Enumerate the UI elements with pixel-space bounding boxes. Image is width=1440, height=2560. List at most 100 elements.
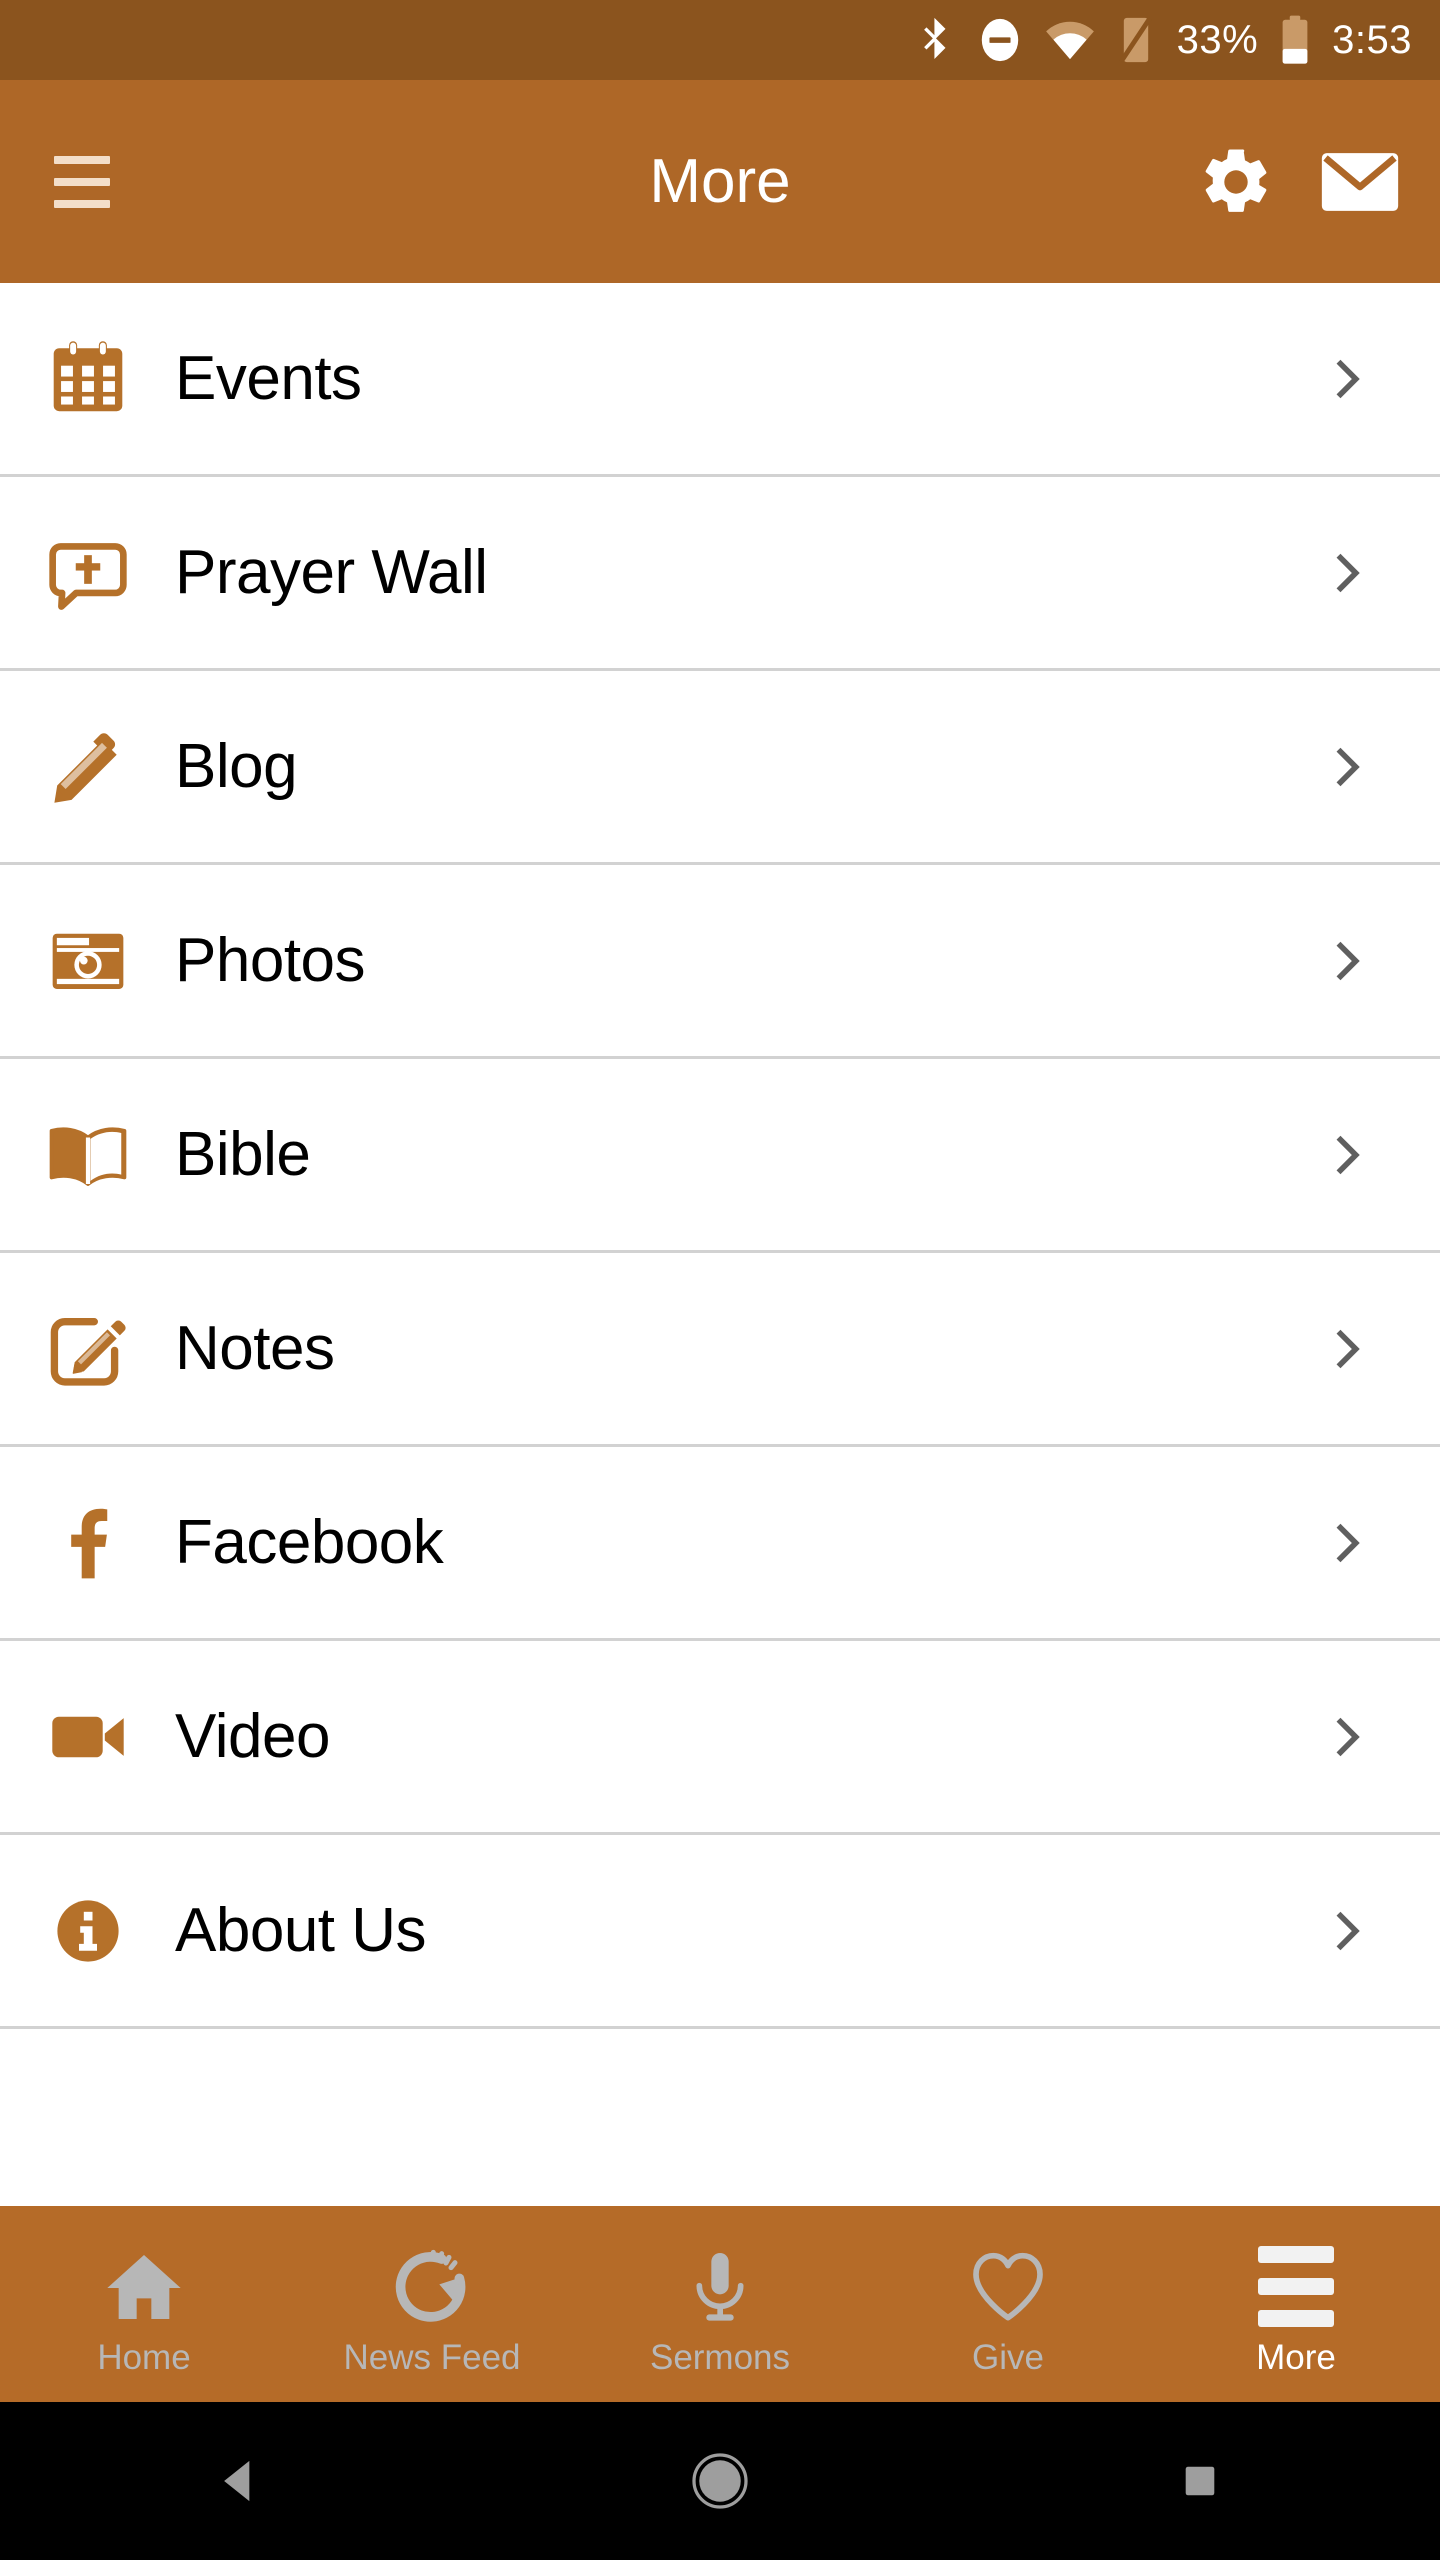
list-item-label: Photos — [175, 925, 366, 995]
list-item-label: Events — [175, 343, 362, 413]
app-bar-actions — [1196, 142, 1400, 222]
chevron-glyph — [1336, 1135, 1360, 1174]
hamburger-bar-2 — [1258, 2278, 1334, 2295]
chevron-glyph — [1336, 1911, 1360, 1950]
list-item-label: Blog — [175, 731, 298, 801]
camera-glyph — [52, 933, 123, 989]
tab-label: News Feed — [343, 2337, 521, 2377]
facebook-glyph — [70, 1508, 107, 1578]
hamburger-menu-icon[interactable] — [40, 136, 132, 228]
list-item-bible: Bible — [0, 1059, 1440, 1253]
hamburger-bar-1 — [54, 155, 110, 164]
tab-label: Home — [97, 2337, 191, 2377]
open-book-glyph — [49, 1126, 126, 1186]
android-home-button[interactable] — [640, 2431, 800, 2531]
battery-percent-label: 33% — [1177, 20, 1259, 60]
list-item-photos[interactable]: Photos — [0, 865, 1440, 1059]
mail-button[interactable] — [1320, 142, 1400, 222]
home-circle-icon — [692, 2453, 748, 2509]
battery-percent-text: 33% — [1176, 18, 1259, 62]
chevron-glyph — [1336, 1523, 1360, 1562]
no-signal-glyph — [1118, 17, 1152, 63]
facebook-icon — [0, 1501, 175, 1585]
tab-more[interactable]: More — [1152, 2206, 1440, 2402]
list-item-blog[interactable]: Blog — [0, 671, 1440, 865]
battery-icon — [1280, 15, 1310, 65]
list-item-label: Prayer Wall — [175, 537, 488, 607]
clock-text: 3:53 — [1332, 18, 1412, 62]
microphone-glyph — [696, 2252, 744, 2321]
do-not-disturb-icon — [977, 17, 1023, 63]
info-circle-glyph — [56, 1899, 119, 1962]
chevron-right-icon — [1302, 1520, 1392, 1566]
list-item-about-us[interactable]: About Us — [0, 1835, 1440, 2029]
chevron-right-icon — [1302, 1908, 1392, 1954]
chevron-right-icon — [1302, 938, 1392, 984]
chevron-right-icon — [1302, 744, 1392, 790]
house-icon — [104, 2244, 184, 2330]
chevron-glyph — [1336, 1329, 1360, 1368]
tab-news-feed[interactable]: News Feed — [288, 2206, 576, 2402]
bottom-tab-bar: Home News Feed Sermons Give More — [0, 2206, 1440, 2402]
pencil-icon — [0, 725, 175, 809]
envelope-icon — [1321, 152, 1399, 211]
recents-square-icon — [1185, 2466, 1215, 2496]
list-item-label: About Us — [175, 1895, 427, 1965]
chevron-glyph — [1336, 747, 1360, 786]
bluetooth-icon — [917, 16, 955, 64]
list-item-facebook[interactable]: Facebook — [0, 1447, 1440, 1641]
chevron-right-icon — [1302, 356, 1392, 402]
tab-label: More — [1256, 2337, 1336, 2377]
tab-sermons[interactable]: Sermons — [576, 2206, 864, 2402]
list-item-events[interactable]: Events — [0, 283, 1440, 477]
more-menu-list: Events Prayer Wall Blog Photos Bible Not… — [0, 283, 1440, 2206]
prayer-bubble-glyph — [48, 542, 127, 610]
list-item-label: Notes — [175, 1313, 335, 1383]
house-glyph — [107, 2254, 181, 2319]
chevron-right-icon — [1302, 550, 1392, 596]
video-camera-glyph — [51, 1716, 124, 1757]
phone-screen: 33% 3:53 More Events Prayer Wall Blog Ph… — [0, 0, 1440, 2560]
android-recents-button[interactable] — [1120, 2431, 1280, 2531]
camera-icon — [0, 919, 175, 1003]
dnd-glyph — [981, 18, 1018, 62]
hamburger-icon — [1258, 2244, 1334, 2330]
refresh-glyph — [395, 2249, 466, 2322]
android-nav-bar — [0, 2402, 1440, 2560]
open-book-icon — [0, 1113, 175, 1197]
list-item-video[interactable]: Video — [0, 1641, 1440, 1835]
chevron-glyph — [1336, 941, 1360, 980]
back-triangle-icon — [224, 2460, 250, 2502]
note-edit-icon — [0, 1307, 175, 1391]
wifi-icon — [1045, 19, 1095, 61]
tab-home[interactable]: Home — [0, 2206, 288, 2402]
chevron-right-icon — [1302, 1714, 1392, 1760]
battery-glyph — [1282, 15, 1308, 64]
gear-icon — [1205, 148, 1267, 212]
pencil-glyph — [53, 732, 117, 803]
chevron-right-icon — [1302, 1132, 1392, 1178]
calendar-glyph — [53, 340, 122, 411]
list-item-prayer-wall[interactable]: Prayer Wall — [0, 477, 1440, 671]
settings-button[interactable] — [1196, 142, 1276, 222]
heart-icon — [968, 2244, 1048, 2330]
refresh-icon — [392, 2244, 472, 2330]
app-bar: More — [0, 80, 1440, 283]
info-circle-icon — [0, 1895, 175, 1967]
hamburger-bar-3 — [54, 199, 110, 208]
tab-label: Give — [972, 2337, 1044, 2377]
heart-glyph — [973, 2252, 1043, 2320]
microphone-icon — [680, 2244, 760, 2330]
hamburger-bar-2 — [54, 177, 110, 186]
prayer-bubble-icon — [0, 531, 175, 615]
list-item-label: Facebook — [175, 1507, 444, 1577]
android-back-button[interactable] — [160, 2431, 320, 2531]
chevron-right-icon — [1302, 1326, 1392, 1372]
chevron-glyph — [1336, 359, 1360, 398]
tab-give[interactable]: Give — [864, 2206, 1152, 2402]
list-item-notes[interactable]: Notes — [0, 1253, 1440, 1447]
note-edit-glyph — [50, 1317, 126, 1386]
hamburger-bar-1 — [1258, 2246, 1334, 2263]
hamburger-bar-3 — [1258, 2310, 1334, 2327]
calendar-icon — [0, 337, 175, 421]
